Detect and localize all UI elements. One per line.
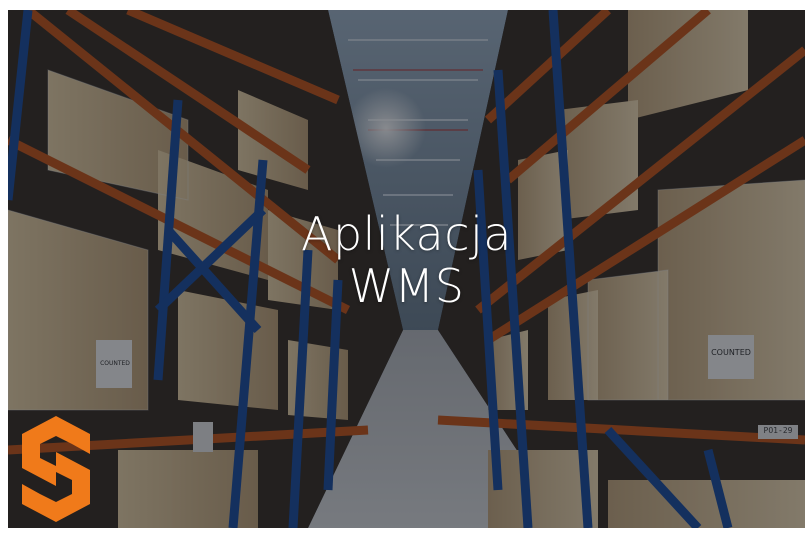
hero-banner: COUNTED COUNTED PO1-29 Aplikacja WMS (8, 10, 805, 528)
hero-title-line2: WMS (348, 259, 465, 313)
s-hexagon-logo-icon[interactable] (20, 414, 92, 524)
hero-title: Aplikacja WMS (8, 208, 805, 312)
hero-title-line1: Aplikacja (300, 207, 512, 261)
